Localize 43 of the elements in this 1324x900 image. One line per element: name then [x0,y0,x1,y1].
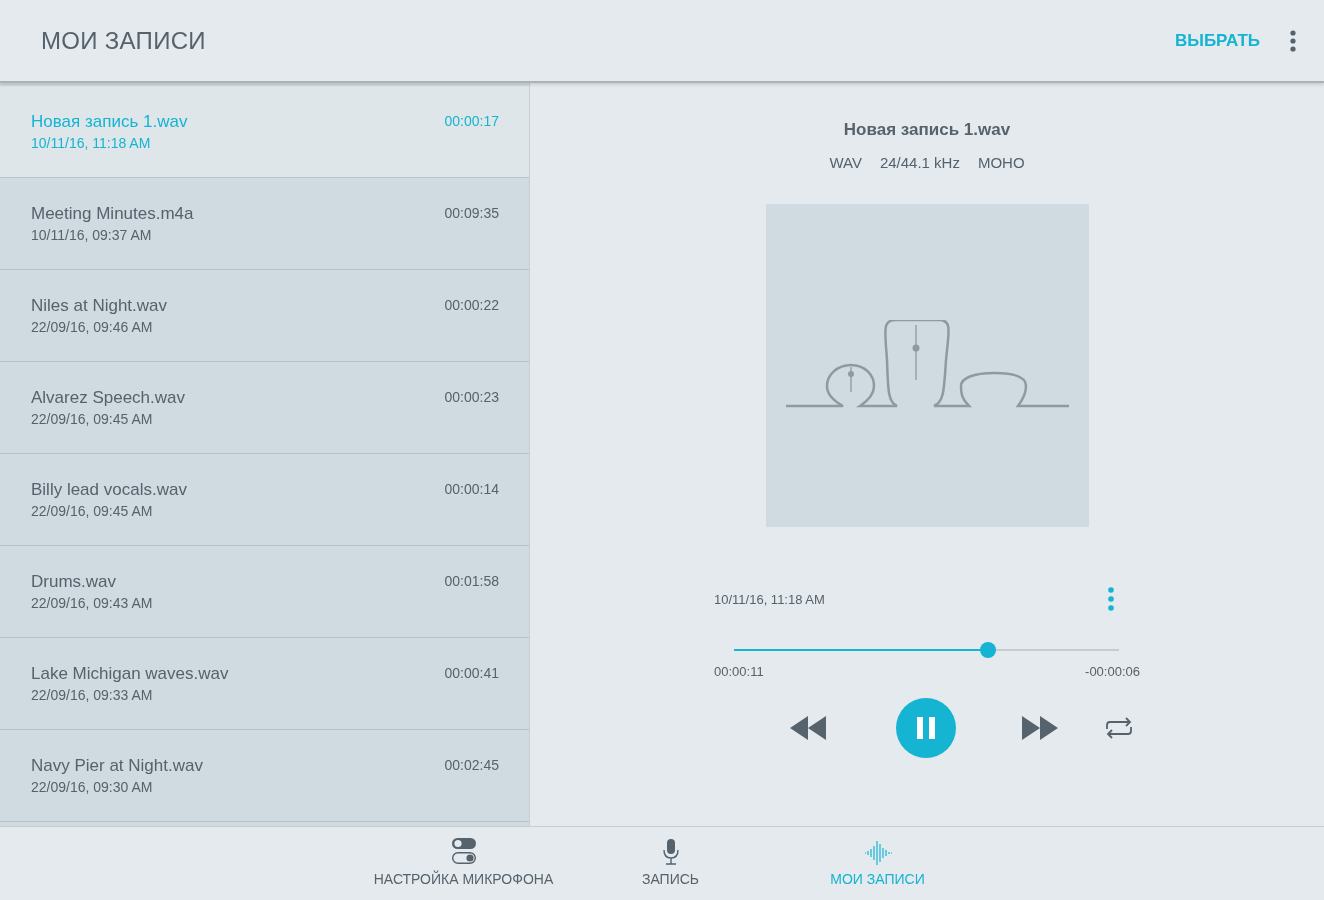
recording-name: Niles at Night.wav [31,296,168,316]
recording-name: Navy Pier at Night.wav [31,756,203,776]
fast-forward-icon[interactable] [1022,716,1058,740]
track-title: Новая запись 1.wav [843,120,1011,140]
recording-name: Billy lead vocals.wav [31,480,187,500]
recording-date: 22/09/16, 09:43 AM [31,595,153,611]
recording-date: 10/11/16, 11:18 AM [31,135,151,151]
recording-duration: 00:00:22 [444,296,499,315]
recording-name: Alvarez Speech.wav [31,388,186,408]
recording-date: 22/09/16, 09:30 AM [31,779,153,795]
toggle-switches-icon [450,837,477,865]
remaining-time: -00:00:06 [1085,664,1140,679]
pause-icon [917,717,935,739]
rewind-icon[interactable] [790,716,826,740]
recording-name: Lake Michigan waves.wav [31,664,229,684]
format-info: WAV [829,154,862,171]
recording-date: 10/11/16, 09:37 AM [31,227,152,243]
recording-date: 22/09/16, 09:33 AM [31,687,153,703]
screen-title: МОИ ЗАПИСИ [41,26,207,55]
recording-name: Meeting Minutes.m4a [31,204,194,224]
recording-duration: 00:00:17 [444,112,499,131]
recording-date: 22/09/16, 09:45 AM [31,503,153,519]
recording-duration: 00:01:58 [444,572,499,591]
recording-duration: 00:00:23 [444,388,499,407]
format-info: 24/44.1 kHz [879,154,960,171]
recording-duration: 00:02:45 [444,756,499,775]
recording-name: Drums.wav [31,572,116,592]
recording-duration: 00:00:14 [444,480,499,499]
sound-wave-icon [863,841,892,865]
recording-date: 10/11/16, 11:18 AM [714,591,825,607]
elapsed-time: 00:00:11 [714,664,764,679]
microphone-icon [662,839,679,865]
recording-name: Новая запись 1.wav [31,112,188,132]
recording-duration: 00:09:35 [444,204,499,223]
repeat-icon[interactable] [1104,717,1134,739]
recording-duration: 00:00:41 [444,664,499,683]
seek-handle[interactable] [980,642,997,658]
more-options-icon[interactable] [1290,29,1296,52]
recording-date: 22/09/16, 09:45 AM [31,411,153,427]
recording-date: 22/09/16, 09:46 AM [31,319,153,335]
nav-tab[interactable]: ЗАПИСЬ [567,827,774,900]
format-info: МОНО [977,154,1025,171]
nav-tab[interactable]: НАСТРОЙКА МИКРОФОНА [360,827,567,900]
